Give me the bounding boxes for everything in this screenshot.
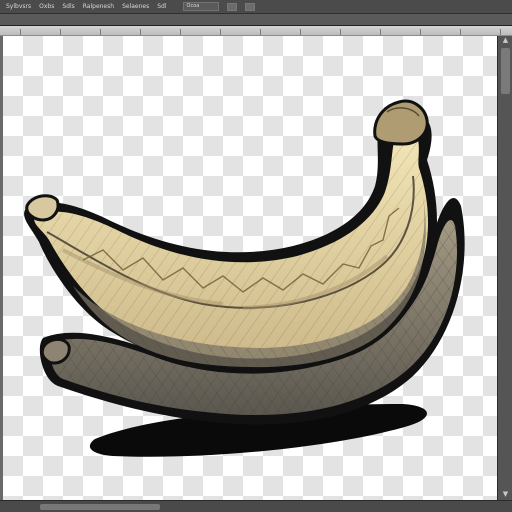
menu-item-5[interactable]: Selaenes: [122, 3, 149, 10]
menu-button-a[interactable]: [226, 2, 237, 11]
back-banana-tip: [40, 338, 71, 365]
vertical-scrollbar[interactable]: ▲ ▼: [497, 36, 512, 512]
menu-item-1[interactable]: Sylbvsrs: [6, 3, 31, 10]
scroll-down-icon[interactable]: ▼: [500, 490, 511, 499]
menu-button-b[interactable]: [244, 2, 255, 11]
horizontal-ruler[interactable]: [0, 26, 512, 36]
horizontal-scrollbar[interactable]: [0, 500, 512, 512]
options-bar: [0, 14, 512, 26]
menu-item-3[interactable]: Sdls: [62, 3, 74, 10]
vertical-scroll-thumb[interactable]: [501, 48, 510, 94]
horizontal-scroll-thumb[interactable]: [40, 504, 160, 510]
menu-item-2[interactable]: Oxbs: [39, 3, 54, 10]
menu-item-6[interactable]: Sdl: [157, 3, 166, 10]
scroll-up-icon[interactable]: ▲: [500, 36, 511, 45]
document-canvas[interactable]: [3, 36, 497, 500]
menu-bar: Sylbvsrs Oxbs Sdls Ralpenesh Selaenes Sd…: [0, 0, 512, 14]
menu-search-field[interactable]: Ocoa: [182, 2, 219, 11]
front-banana-tip: [25, 194, 60, 222]
menu-item-4[interactable]: Ralpenesh: [83, 3, 114, 10]
banana-artwork: [24, 99, 465, 457]
